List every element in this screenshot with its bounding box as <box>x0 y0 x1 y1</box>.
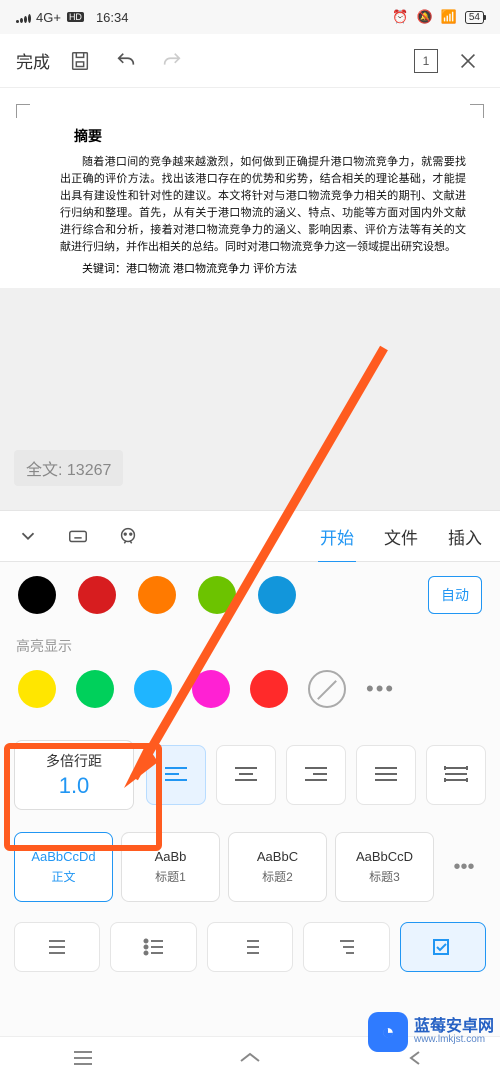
word-count-badge: 全文: 13267 <box>14 450 123 486</box>
style-more[interactable]: ••• <box>442 832 486 902</box>
battery-indicator: 54 <box>465 11 484 24</box>
list-check[interactable] <box>400 922 486 972</box>
wifi-icon: 📶 <box>441 9 457 25</box>
color-green[interactable] <box>198 576 236 614</box>
format-panel: 自动 高亮显示 ••• 多倍行距 1.0 AaBbCcDd 正文 AaBb <box>0 562 500 1084</box>
align-center[interactable] <box>216 745 276 805</box>
alarm-icon: ⏰ <box>392 9 408 25</box>
signal-icon <box>16 12 32 23</box>
mute-icon: 🔕 <box>417 9 433 25</box>
align-justify[interactable] <box>356 745 416 805</box>
nav-menu-icon[interactable] <box>70 1049 96 1072</box>
tab-insert[interactable]: 插入 <box>444 524 486 549</box>
hl-yellow[interactable] <box>18 670 56 708</box>
style-gallery: AaBbCcDd 正文 AaBb 标题1 AaBbC 标题2 AaBbCcD 标… <box>12 816 488 902</box>
collapse-icon[interactable] <box>14 522 42 550</box>
align-right[interactable] <box>286 745 346 805</box>
doc-keywords: 关键词：港口物流 港口物流竞争力 评价方法 <box>20 260 480 276</box>
style-h1[interactable]: AaBb 标题1 <box>121 832 220 902</box>
app-toolbar: 完成 1 <box>0 34 500 88</box>
color-red[interactable] <box>78 576 116 614</box>
line-spacing-button[interactable]: 多倍行距 1.0 <box>14 740 134 810</box>
hl-cyan[interactable] <box>134 670 172 708</box>
nav-back-icon[interactable] <box>404 1049 430 1072</box>
auto-color-button[interactable]: 自动 <box>428 576 482 614</box>
align-left[interactable] <box>146 745 206 805</box>
color-orange[interactable] <box>138 576 176 614</box>
document-canvas[interactable]: 摘要 随着港口间的竞争越来越激烈，如何做到正确提升港口物流竞争力，就需要找出正确… <box>0 88 500 288</box>
style-body[interactable]: AaBbCcDd 正文 <box>14 832 113 902</box>
network-label: 4G+ <box>36 10 61 25</box>
assistant-icon[interactable] <box>114 522 142 550</box>
highlight-section-label: 高亮显示 <box>16 636 488 656</box>
highlight-row: ••• <box>12 666 488 728</box>
hl-magenta[interactable] <box>192 670 230 708</box>
color-black[interactable] <box>18 576 56 614</box>
done-button[interactable]: 完成 <box>16 45 50 77</box>
watermark-icon: ◔ <box>368 1012 408 1052</box>
undo-button[interactable] <box>110 45 142 77</box>
hl-none[interactable] <box>308 670 346 708</box>
font-color-row: 自动 <box>12 572 488 630</box>
save-button[interactable] <box>64 45 96 77</box>
tab-file[interactable]: 文件 <box>380 524 422 549</box>
line-spacing-label: 多倍行距 <box>46 751 102 771</box>
doc-paragraph: 随着港口间的竞争越来越激烈，如何做到正确提升港口物流竞争力，就需要找出正确的评价… <box>20 154 480 256</box>
hl-red[interactable] <box>250 670 288 708</box>
style-h2[interactable]: AaBbC 标题2 <box>228 832 327 902</box>
keyboard-icon[interactable] <box>64 522 92 550</box>
style-h3[interactable]: AaBbCcD 标题3 <box>335 832 434 902</box>
tab-start[interactable]: 开始 <box>316 524 358 549</box>
list-none[interactable] <box>14 922 100 972</box>
doc-heading: 摘要 <box>74 126 480 146</box>
list-multi[interactable] <box>303 922 389 972</box>
color-blue[interactable] <box>258 576 296 614</box>
list-number[interactable] <box>207 922 293 972</box>
list-bullet[interactable] <box>110 922 196 972</box>
close-button[interactable] <box>452 45 484 77</box>
clock: 16:34 <box>96 10 129 25</box>
ribbon-tab-bar: 开始 文件 插入 <box>0 510 500 562</box>
hl-green[interactable] <box>76 670 114 708</box>
line-spacing-value: 1.0 <box>59 773 90 799</box>
hl-more[interactable]: ••• <box>366 676 395 702</box>
redo-button[interactable] <box>156 45 188 77</box>
watermark: ◔ 蓝莓安卓网 www.lmkjst.com <box>368 1012 494 1052</box>
status-bar: 4G+ HD 16:34 ⏰ 🔕 📶 54 <box>0 0 500 34</box>
hd-badge: HD <box>67 12 84 22</box>
align-distribute[interactable] <box>426 745 486 805</box>
nav-home-icon[interactable] <box>237 1049 263 1072</box>
page-indicator[interactable]: 1 <box>414 49 438 73</box>
list-format-row <box>12 902 488 972</box>
